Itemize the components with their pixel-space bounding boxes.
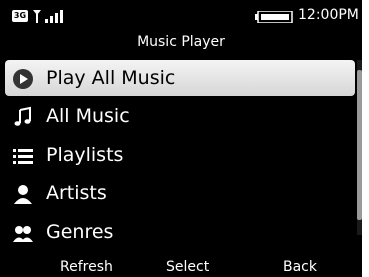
list-icon (13, 149, 33, 164)
music-note-icon (14, 106, 31, 126)
menu-item-label: Play All Music (46, 67, 176, 89)
genres-icon (13, 226, 33, 242)
refresh-softkey[interactable]: Refresh (60, 259, 113, 275)
clock: 12:00PM (298, 7, 359, 23)
menu-item-label: All Music (46, 105, 130, 127)
phone-screen: 3G 12:00PM Music Player Play All Music A… (0, 0, 362, 277)
network-badge: 3G (12, 10, 28, 22)
menu-item-genres[interactable]: Genres (0, 214, 362, 250)
menu-item-play-all-music[interactable]: Play All Music (5, 60, 355, 96)
person-icon (14, 185, 32, 204)
battery-icon (255, 11, 293, 23)
menu-item-artists[interactable]: Artists (0, 175, 362, 211)
select-softkey[interactable]: Select (166, 259, 209, 275)
screen-border (362, 0, 369, 277)
play-icon (13, 69, 33, 89)
back-softkey[interactable]: Back (283, 259, 317, 275)
menu-item-label: Genres (46, 221, 114, 243)
menu-item-label: Playlists (46, 144, 124, 166)
signal-strength-icon (33, 10, 63, 23)
page-title: Music Player (137, 34, 225, 50)
menu-item-playlists[interactable]: Playlists (0, 137, 362, 173)
menu-item-all-music[interactable]: All Music (0, 98, 362, 134)
status-bar: 3G 12:00PM (0, 0, 362, 30)
menu-item-label: Artists (46, 182, 107, 204)
softkey-bar: Refresh Select Back (0, 256, 362, 277)
